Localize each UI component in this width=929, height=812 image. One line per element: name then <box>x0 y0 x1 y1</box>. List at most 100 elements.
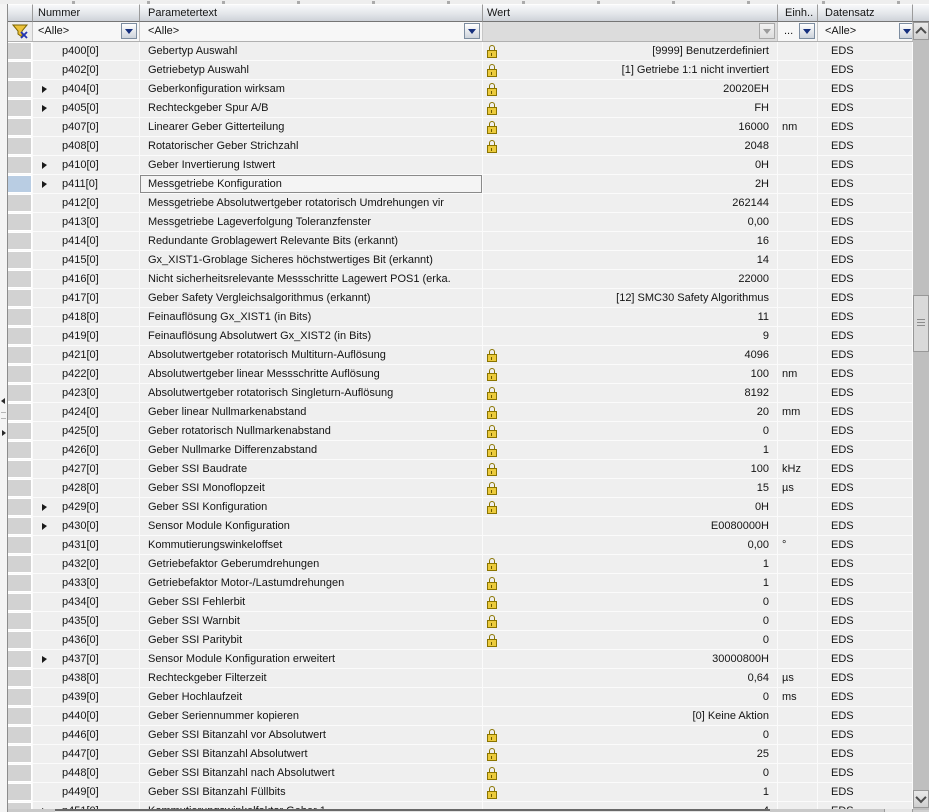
dropdown-arrow-icon[interactable] <box>121 23 137 39</box>
param-text-cell[interactable]: Getriebefaktor Motor-/Lastumdrehungen <box>140 574 483 593</box>
param-number-cell[interactable]: p426[0] <box>33 441 140 460</box>
param-text-cell[interactable]: Messgetriebe Absolutwertgeber rotatorisc… <box>140 194 483 213</box>
param-number-cell[interactable]: p429[0] <box>33 498 140 517</box>
param-number-cell[interactable]: p448[0] <box>33 764 140 783</box>
column-header-parametertext[interactable]: Parametertext <box>140 4 483 22</box>
row-selector[interactable] <box>8 593 33 612</box>
param-number-cell[interactable]: p400[0] <box>33 42 140 61</box>
scrollbar-thumb[interactable] <box>913 295 929 352</box>
row-selector[interactable] <box>8 479 33 498</box>
row-selector[interactable] <box>8 213 33 232</box>
param-value-cell[interactable]: [12] SMC30 Safety Algorithmus <box>483 289 778 308</box>
param-number-cell[interactable]: p449[0] <box>33 783 140 802</box>
row-selector[interactable] <box>8 289 33 308</box>
param-number-cell[interactable]: p411[0] <box>33 175 140 194</box>
row-selector[interactable] <box>8 764 33 783</box>
param-text-cell[interactable]: Geber Seriennummer kopieren <box>140 707 483 726</box>
row-selector[interactable] <box>8 346 33 365</box>
row-selector[interactable] <box>8 99 33 118</box>
param-text-cell[interactable]: Kommutierungswinkeloffset <box>140 536 483 555</box>
param-number-cell[interactable]: p436[0] <box>33 631 140 650</box>
param-value-cell[interactable]: 25 <box>483 745 778 764</box>
filter-einheit[interactable]: ... <box>778 22 818 41</box>
row-selector[interactable] <box>8 555 33 574</box>
param-text-cell[interactable]: Geber SSI Bitanzahl vor Absolutwert <box>140 726 483 745</box>
param-value-cell[interactable]: 14 <box>483 251 778 270</box>
row-selector[interactable] <box>8 384 33 403</box>
param-value-cell[interactable]: 1 <box>483 441 778 460</box>
row-selector[interactable] <box>8 574 33 593</box>
param-text-cell[interactable]: Geber linear Nullmarkenabstand <box>140 403 483 422</box>
param-number-cell[interactable]: p446[0] <box>33 726 140 745</box>
param-text-cell[interactable]: Geber Nullmarke Differenzabstand <box>140 441 483 460</box>
param-number-cell[interactable]: p433[0] <box>33 574 140 593</box>
param-value-cell[interactable]: 0H <box>483 156 778 175</box>
param-text-cell[interactable]: Sensor Module Konfiguration <box>140 517 483 536</box>
scroll-down-button[interactable] <box>913 790 929 808</box>
row-selector[interactable] <box>8 118 33 137</box>
param-text-cell[interactable]: Absolutwertgeber rotatorisch Singleturn-… <box>140 384 483 403</box>
param-value-cell[interactable]: 100 <box>483 460 778 479</box>
param-text-cell[interactable]: Geberkonfiguration wirksam <box>140 80 483 99</box>
row-selector[interactable] <box>8 403 33 422</box>
param-text-cell[interactable]: Geber SSI Monoflopzeit <box>140 479 483 498</box>
param-text-cell[interactable]: Redundante Groblagewert Relevante Bits (… <box>140 232 483 251</box>
param-value-cell[interactable]: 0 <box>483 612 778 631</box>
param-text-cell[interactable]: Rechteckgeber Filterzeit <box>140 669 483 688</box>
row-selector[interactable] <box>8 612 33 631</box>
param-number-cell[interactable]: p422[0] <box>33 365 140 384</box>
param-value-cell[interactable]: 2H <box>483 175 778 194</box>
param-text-cell[interactable]: Geber SSI Baudrate <box>140 460 483 479</box>
param-text-cell[interactable]: Rechteckgeber Spur A/B <box>140 99 483 118</box>
param-number-cell[interactable]: p407[0] <box>33 118 140 137</box>
param-value-cell[interactable]: 20 <box>483 403 778 422</box>
param-value-cell[interactable]: 0 <box>483 764 778 783</box>
param-number-cell[interactable]: p423[0] <box>33 384 140 403</box>
param-text-cell[interactable]: Gx_XIST1-Groblage Sicheres höchstwertige… <box>140 251 483 270</box>
param-value-cell[interactable]: 262144 <box>483 194 778 213</box>
param-number-cell[interactable]: p425[0] <box>33 422 140 441</box>
param-value-cell[interactable]: 22000 <box>483 270 778 289</box>
row-selector[interactable] <box>8 536 33 555</box>
param-text-cell[interactable]: Geber Safety Vergleichsalgorithmus (erka… <box>140 289 483 308</box>
param-number-cell[interactable]: p427[0] <box>33 460 140 479</box>
row-selector[interactable] <box>8 42 33 61</box>
param-value-cell[interactable]: 0,00 <box>483 536 778 555</box>
param-value-cell[interactable]: 8192 <box>483 384 778 403</box>
param-number-cell[interactable]: p418[0] <box>33 308 140 327</box>
row-selector[interactable] <box>8 498 33 517</box>
row-selector[interactable] <box>8 156 33 175</box>
param-value-cell[interactable]: 0,00 <box>483 213 778 232</box>
row-selector[interactable] <box>8 517 33 536</box>
param-number-cell[interactable]: p404[0] <box>33 80 140 99</box>
param-value-cell[interactable]: 0 <box>483 631 778 650</box>
param-text-cell[interactable]: Feinauflösung Gx_XIST1 (in Bits) <box>140 308 483 327</box>
column-header-datensatz[interactable]: Datensatz <box>818 4 913 22</box>
param-number-cell[interactable]: p432[0] <box>33 555 140 574</box>
param-value-cell[interactable]: 0,64 <box>483 669 778 688</box>
param-value-cell[interactable]: [9999] Benutzerdefiniert <box>483 42 778 61</box>
param-text-cell[interactable]: Geber SSI Paritybit <box>140 631 483 650</box>
param-text-cell[interactable]: Gebertyp Auswahl <box>140 42 483 61</box>
param-value-cell[interactable]: 30000800H <box>483 650 778 669</box>
row-selector[interactable] <box>8 783 33 802</box>
param-value-cell[interactable]: 0H <box>483 498 778 517</box>
param-value-cell[interactable]: E0080000H <box>483 517 778 536</box>
param-value-cell[interactable]: 16000 <box>483 118 778 137</box>
param-text-cell[interactable]: Rotatorischer Geber Strichzahl <box>140 137 483 156</box>
row-selector[interactable] <box>8 270 33 289</box>
collapse-right-arrow-icon[interactable] <box>2 430 6 436</box>
row-selector[interactable] <box>8 631 33 650</box>
param-text-cell[interactable]: Getriebefaktor Geberumdrehungen <box>140 555 483 574</box>
row-selector[interactable] <box>8 707 33 726</box>
row-selector[interactable] <box>8 650 33 669</box>
param-number-cell[interactable]: p431[0] <box>33 536 140 555</box>
param-value-cell[interactable]: 0 <box>483 726 778 745</box>
param-number-cell[interactable]: p440[0] <box>33 707 140 726</box>
row-selector[interactable] <box>8 688 33 707</box>
filter-datensatz[interactable]: <Alle> <box>818 22 913 41</box>
param-value-cell[interactable]: 0 <box>483 688 778 707</box>
param-text-cell[interactable]: Geber SSI Bitanzahl Füllbits <box>140 783 483 802</box>
param-number-cell[interactable]: p413[0] <box>33 213 140 232</box>
param-text-cell[interactable]: Linearer Geber Gitterteilung <box>140 118 483 137</box>
